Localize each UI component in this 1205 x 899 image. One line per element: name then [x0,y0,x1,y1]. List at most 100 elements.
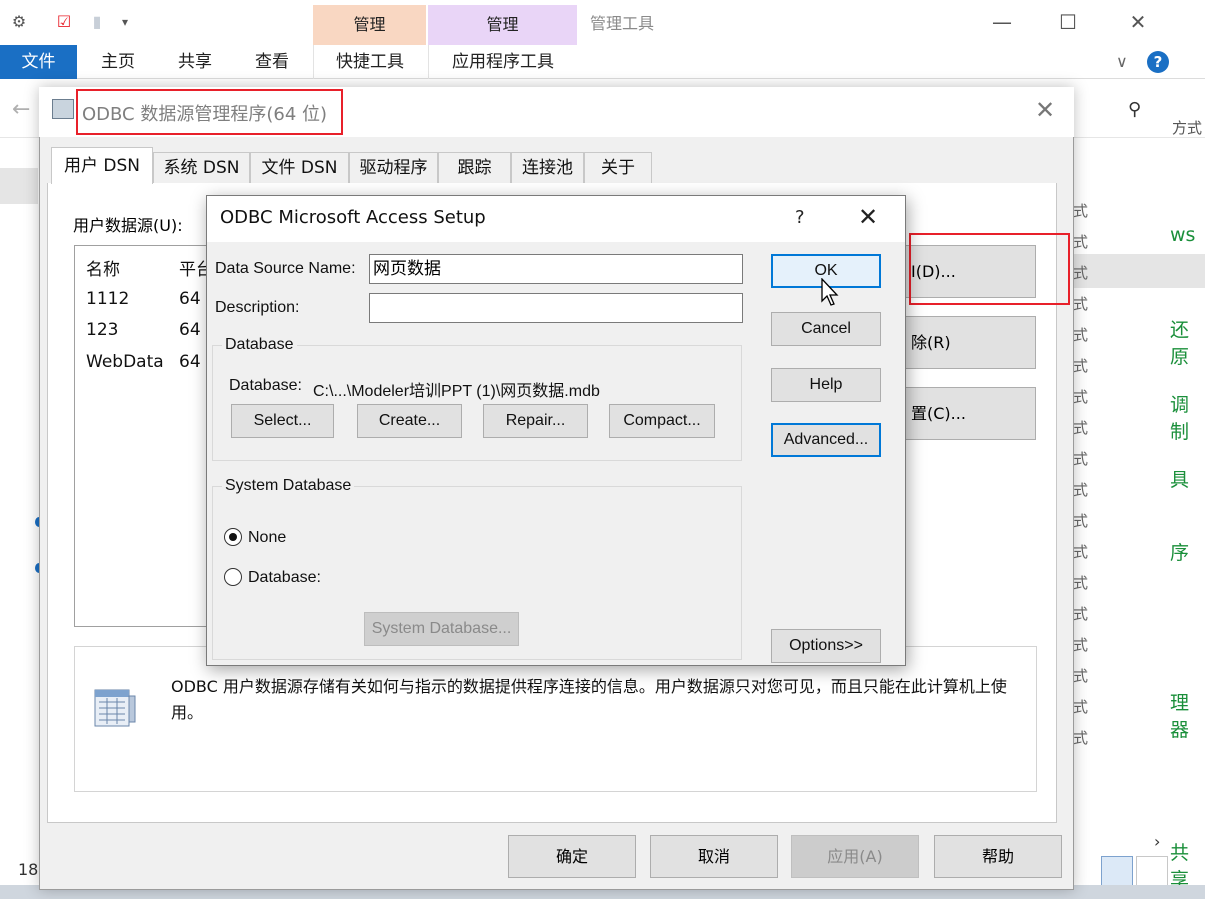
tab-about[interactable]: 关于 [584,152,652,183]
select-db-button[interactable]: Select... [231,404,334,438]
remove-button[interactable]: 除(R) [898,316,1036,369]
scroll-right-icon[interactable]: › [1154,832,1160,851]
help-icon[interactable]: ? [1147,51,1169,73]
dsn-row-name[interactable]: 1112 [86,289,129,309]
description-label: Description: [215,299,300,316]
tab-file-dsn[interactable]: 文件 DSN [250,152,349,183]
dsn-name-label: Data Source Name: [215,260,356,277]
details-view-icon[interactable] [1101,856,1133,886]
access-help-button[interactable]: Help [771,368,881,402]
nav-pane-selection [0,168,38,204]
database-path-value: C:\...\Modeler培训PPT (1)\网页数据.mdb [313,383,600,400]
repair-db-button[interactable]: Repair... [483,404,588,438]
dsn-row-platform[interactable]: 64 [179,289,201,309]
access-dialog-title: ODBC Microsoft Access Setup [220,207,486,228]
green-item[interactable]: 还原 [1170,315,1205,369]
status-item-count: 18 [18,860,39,879]
list-item: 式 [1073,326,1089,344]
list-item: 式 [1073,450,1089,468]
database-path-label: Database: [229,377,302,394]
advanced-button[interactable]: Advanced... [771,423,881,457]
properties-icon[interactable]: ⚙ [10,12,28,32]
access-help-icon[interactable]: ? [795,207,805,228]
list-item: 式 [1073,543,1089,561]
description-field[interactable] [369,293,743,323]
radio-none[interactable] [224,528,242,546]
list-item: 式 [1073,605,1089,623]
mouse-cursor-icon [820,277,842,308]
checkbox-icon[interactable]: ☑ [55,12,73,32]
list-item: 式 [1073,419,1089,437]
radio-database-label[interactable]: Database: [248,569,321,587]
configure-button[interactable]: 置(C)... [898,387,1036,440]
qat-dropdown-icon[interactable]: ▾ [116,12,134,32]
tab-view[interactable]: 查看 [239,45,305,79]
green-item[interactable]: 调制 [1170,390,1205,444]
database-group-title: Database [222,336,297,354]
create-db-button[interactable]: Create... [357,404,462,438]
green-item[interactable]: 理器 [1170,688,1205,742]
dsn-row-name[interactable]: 123 [86,320,118,340]
odbc-help-button[interactable]: 帮助 [934,835,1062,878]
list-item: 式 [1073,481,1089,499]
radio-none-label[interactable]: None [248,529,286,547]
back-arrow-icon[interactable]: ← [12,97,30,122]
list-item: 式 [1073,264,1089,282]
odbc-app-icon [52,99,74,119]
list-item: 式 [1073,512,1089,530]
dsn-row-platform[interactable]: 64 [179,320,201,340]
tab-connection-pooling[interactable]: 连接池 [511,152,584,183]
database-info-icon [93,686,137,730]
access-close-icon[interactable]: ✕ [858,203,878,231]
column-header-name[interactable]: 名称 [86,255,120,280]
odbc-cancel-button[interactable]: 取消 [650,835,778,878]
odbc-apply-button[interactable]: 应用(A) [791,835,919,878]
access-cancel-button[interactable]: Cancel [771,312,881,346]
list-item: 式 [1073,202,1089,220]
compact-db-button[interactable]: Compact... [609,404,715,438]
system-database-group-title: System Database [222,477,355,495]
large-icons-view-icon[interactable] [1136,856,1168,886]
list-item: 式 [1073,295,1089,313]
highlight-box-add [909,233,1070,305]
green-item[interactable]: 具 [1170,465,1189,492]
tab-file[interactable]: 文件 [0,45,77,79]
window-title: 管理工具 [590,14,655,33]
tab-user-dsn[interactable]: 用户 DSN [51,147,153,184]
tab-tracing[interactable]: 跟踪 [438,152,511,183]
user-data-sources-label: 用户数据源(U): [73,216,183,235]
green-item[interactable]: 序 [1170,538,1189,565]
highlight-box-title [76,89,343,135]
green-item[interactable]: 共享 [1170,838,1205,892]
dsn-row-platform[interactable]: 64 [179,352,201,372]
minimize-icon[interactable]: — [982,8,1022,36]
list-item: 式 [1073,667,1089,685]
close-icon[interactable]: ✕ [1118,8,1158,36]
maximize-icon[interactable]: ☐ [1048,8,1088,36]
list-item: 式 [1073,729,1089,747]
dsn-row-name[interactable]: WebData [86,352,164,372]
tab-system-dsn[interactable]: 系统 DSN [153,152,250,183]
system-database-button[interactable]: System Database... [364,612,519,646]
context-label-manage-app: 管理 [428,5,577,45]
list-item: 式 [1073,698,1089,716]
tab-home[interactable]: 主页 [85,45,151,79]
selected-row-highlight [1073,254,1205,288]
green-item[interactable]: ws [1170,224,1195,246]
info-description: ODBC 用户数据源存储有关如何与指示的数据提供程序连接的信息。用户数据源只对您… [171,677,1007,722]
context-label-manage-shortcut: 管理 [313,5,426,45]
ribbon-expand-icon[interactable]: ∨ [1116,52,1128,71]
tab-drivers[interactable]: 驱动程序 [349,152,438,183]
tab-application-tools[interactable]: 应用程序工具 [428,45,577,79]
odbc-ok-button[interactable]: 确定 [508,835,636,878]
odbc-close-icon[interactable]: ✕ [1035,96,1055,124]
options-button[interactable]: Options>> [771,629,881,663]
new-folder-icon[interactable]: ▮ [88,12,106,32]
list-item: 式 [1073,574,1089,592]
list-item: 式 [1073,636,1089,654]
dsn-name-field[interactable]: 网页数据 [369,254,743,284]
tab-share[interactable]: 共享 [162,45,228,79]
tab-shortcut-tools[interactable]: 快捷工具 [313,45,426,79]
search-icon[interactable]: ⚲ [1128,99,1141,120]
radio-database[interactable] [224,568,242,586]
